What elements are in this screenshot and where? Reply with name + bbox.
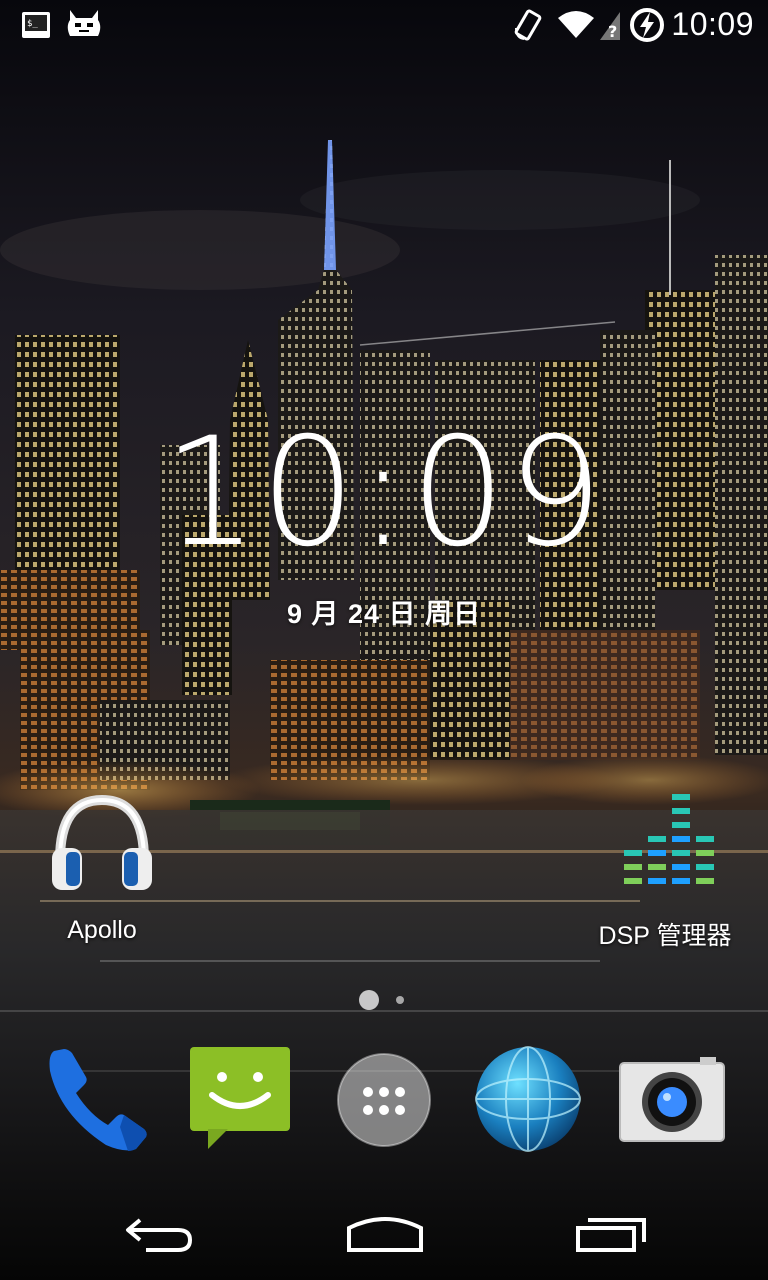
app-dsp-manager[interactable]: DSP 管理器	[590, 790, 740, 952]
headphones-icon	[52, 794, 152, 890]
screen-rotation-icon	[514, 9, 542, 41]
status-bar: $_ ? 10:09	[0, 0, 768, 50]
svg-text:$_: $_	[27, 19, 38, 29]
app-label: Apollo	[67, 916, 137, 944]
page-dot-active	[359, 990, 379, 1010]
page-dot	[396, 996, 404, 1004]
equalizer-icon	[624, 794, 714, 884]
app-apollo[interactable]: Apollo	[30, 790, 174, 945]
browser-globe-icon[interactable]	[474, 1045, 582, 1153]
battery-charging-icon	[630, 8, 664, 42]
no-sim-icon: ?	[600, 12, 620, 40]
clock-widget-date[interactable]: 9 月 24 日 周日	[0, 592, 768, 631]
svg-text:?: ?	[608, 22, 617, 40]
cyanogenmod-icon	[67, 10, 101, 36]
camera-icon[interactable]	[618, 1055, 726, 1143]
app-drawer-icon[interactable]	[336, 1052, 432, 1148]
clock-widget-time[interactable]: 10:09	[0, 418, 768, 568]
messaging-icon[interactable]	[186, 1045, 294, 1153]
wifi-icon	[558, 11, 594, 38]
page-indicator	[0, 990, 768, 1010]
back-button[interactable]	[122, 1214, 196, 1254]
recents-button[interactable]	[574, 1214, 648, 1254]
home-button[interactable]	[345, 1214, 425, 1254]
terminal-icon: $_	[22, 12, 50, 38]
status-bar-clock: 10:09	[671, 6, 754, 42]
phone-icon[interactable]	[40, 1045, 152, 1155]
app-label: DSP 管理器	[598, 922, 732, 950]
navigation-bar	[0, 1190, 768, 1280]
